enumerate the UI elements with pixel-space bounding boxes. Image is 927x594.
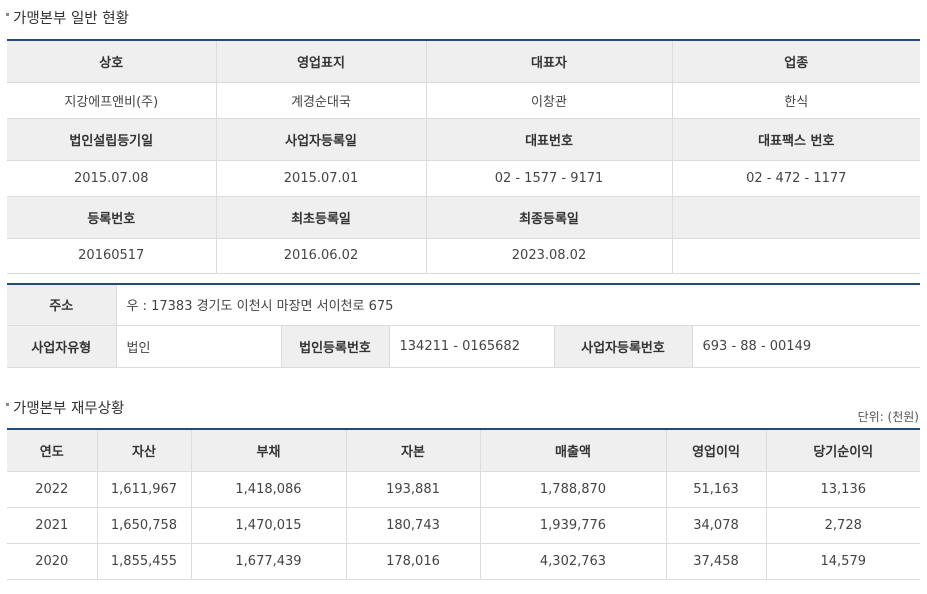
- header-registration-no: 등록번호: [7, 196, 216, 239]
- financial-status-title-text: 가맹본부 재무상황: [13, 401, 125, 417]
- cell-net-income: 14,579: [765, 543, 920, 580]
- general-info-table: 상호 영업표지 대표자 업종 지강에프앤비(주) 계경순대국 이창관 한식 법인…: [7, 39, 920, 274]
- address-label: 주소: [7, 284, 116, 326]
- header-liabilities: 부채: [190, 429, 346, 472]
- address-table: 주소 우 : 17383 경기도 이천시 마장면 서이천로 675 사업자유형 …: [7, 283, 920, 368]
- general-value-row-1: 지강에프앤비(주) 계경순대국 이창관 한식: [7, 82, 920, 119]
- header-phone: 대표번호: [425, 118, 672, 161]
- value-incorporation-date: 2015.07.08: [7, 160, 216, 197]
- cell-net-income: 13,136: [765, 471, 920, 508]
- cell-operating-income: 34,078: [665, 507, 766, 544]
- bullet-icon: [6, 403, 9, 406]
- general-status-title-text: 가맹본부 일반 현황: [13, 11, 129, 27]
- header-business-reg-date: 사업자등록일: [215, 118, 426, 161]
- value-company-name: 지강에프앤비(주): [7, 82, 216, 119]
- cell-year: 2021: [7, 507, 97, 544]
- table-row: 2021 1,650,758 1,470,015 180,743 1,939,7…: [7, 507, 920, 544]
- header-fax: 대표팩스 번호: [671, 118, 920, 161]
- general-value-row-2: 2015.07.08 2015.07.01 02 - 1577 - 9171 0…: [7, 160, 920, 197]
- general-header-row-2: 법인설립등기일 사업자등록일 대표번호 대표팩스 번호: [7, 118, 920, 161]
- general-header-row-3: 등록번호 최초등록일 최종등록일: [7, 196, 920, 239]
- address-value: 우 : 17383 경기도 이천시 마장면 서이천로 675: [115, 284, 920, 326]
- value-phone: 02 - 1577 - 9171: [425, 160, 672, 197]
- cell-revenue: 4,302,763: [479, 543, 666, 580]
- table-row: 2022 1,611,967 1,418,086 193,881 1,788,8…: [7, 471, 920, 508]
- header-industry: 업종: [671, 40, 920, 83]
- cell-operating-income: 51,163: [665, 471, 766, 508]
- financial-header-row: 연도 자산 부채 자본 매출액 영업이익 당기순이익: [7, 429, 920, 472]
- cell-equity: 178,016: [345, 543, 480, 580]
- cell-equity: 180,743: [345, 507, 480, 544]
- cell-operating-income: 37,458: [665, 543, 766, 580]
- header-assets: 자산: [96, 429, 191, 472]
- financial-status-title: 가맹본부 재무상황: [6, 397, 124, 418]
- business-info-row: 사업자유형 법인 법인등록번호 134211 - 0165682 사업자등록번호…: [7, 325, 920, 368]
- address-row: 주소 우 : 17383 경기도 이천시 마장면 서이천로 675: [7, 284, 920, 326]
- corp-reg-no-value: 134211 - 0165682: [388, 325, 554, 368]
- header-last-reg-date: 최종등록일: [425, 196, 672, 239]
- value-first-reg-date: 2016.06.02: [215, 238, 426, 274]
- cell-liabilities: 1,677,439: [190, 543, 346, 580]
- header-empty: [671, 196, 920, 239]
- value-registration-no: 20160517: [7, 238, 216, 274]
- header-revenue: 매출액: [479, 429, 666, 472]
- cell-revenue: 1,939,776: [479, 507, 666, 544]
- value-last-reg-date: 2023.08.02: [425, 238, 672, 274]
- cell-liabilities: 1,418,086: [190, 471, 346, 508]
- header-company-name: 상호: [7, 40, 216, 83]
- cell-assets: 1,611,967: [96, 471, 191, 508]
- business-type-label: 사업자유형: [7, 325, 116, 368]
- cell-assets: 1,650,758: [96, 507, 191, 544]
- value-representative: 이창관: [425, 82, 672, 119]
- header-first-reg-date: 최초등록일: [215, 196, 426, 239]
- cell-assets: 1,855,455: [96, 543, 191, 580]
- header-year: 연도: [7, 429, 97, 472]
- general-status-title: 가맹본부 일반 현황: [6, 7, 129, 28]
- value-industry: 한식: [671, 82, 920, 119]
- cell-equity: 193,881: [345, 471, 480, 508]
- unit-label: 단위: (천원): [857, 410, 919, 424]
- bullet-icon: [6, 13, 9, 16]
- business-type-value: 법인: [115, 325, 281, 368]
- cell-net-income: 2,728: [765, 507, 920, 544]
- table-row: 2020 1,855,455 1,677,439 178,016 4,302,7…: [7, 543, 920, 580]
- header-equity: 자본: [345, 429, 480, 472]
- value-brand: 계경순대국: [215, 82, 426, 119]
- cell-liabilities: 1,470,015: [190, 507, 346, 544]
- header-incorporation-date: 법인설립등기일: [7, 118, 216, 161]
- general-value-row-3: 20160517 2016.06.02 2023.08.02: [7, 238, 920, 274]
- header-net-income: 당기순이익: [765, 429, 920, 472]
- header-representative: 대표자: [425, 40, 672, 83]
- header-brand: 영업표지: [215, 40, 426, 83]
- cell-year: 2022: [7, 471, 97, 508]
- cell-year: 2020: [7, 543, 97, 580]
- financial-table: 연도 자산 부채 자본 매출액 영업이익 당기순이익 2022 1,611,96…: [7, 428, 920, 580]
- cell-revenue: 1,788,870: [479, 471, 666, 508]
- value-empty: [671, 238, 920, 274]
- general-header-row-1: 상호 영업표지 대표자 업종: [7, 40, 920, 83]
- value-business-reg-date: 2015.07.01: [215, 160, 426, 197]
- business-reg-no-value: 693 - 88 - 00149: [691, 325, 920, 368]
- corp-reg-no-label: 법인등록번호: [280, 325, 389, 368]
- value-fax: 02 - 472 - 1177: [671, 160, 920, 197]
- header-operating-income: 영업이익: [665, 429, 766, 472]
- business-reg-no-label: 사업자등록번호: [553, 325, 692, 368]
